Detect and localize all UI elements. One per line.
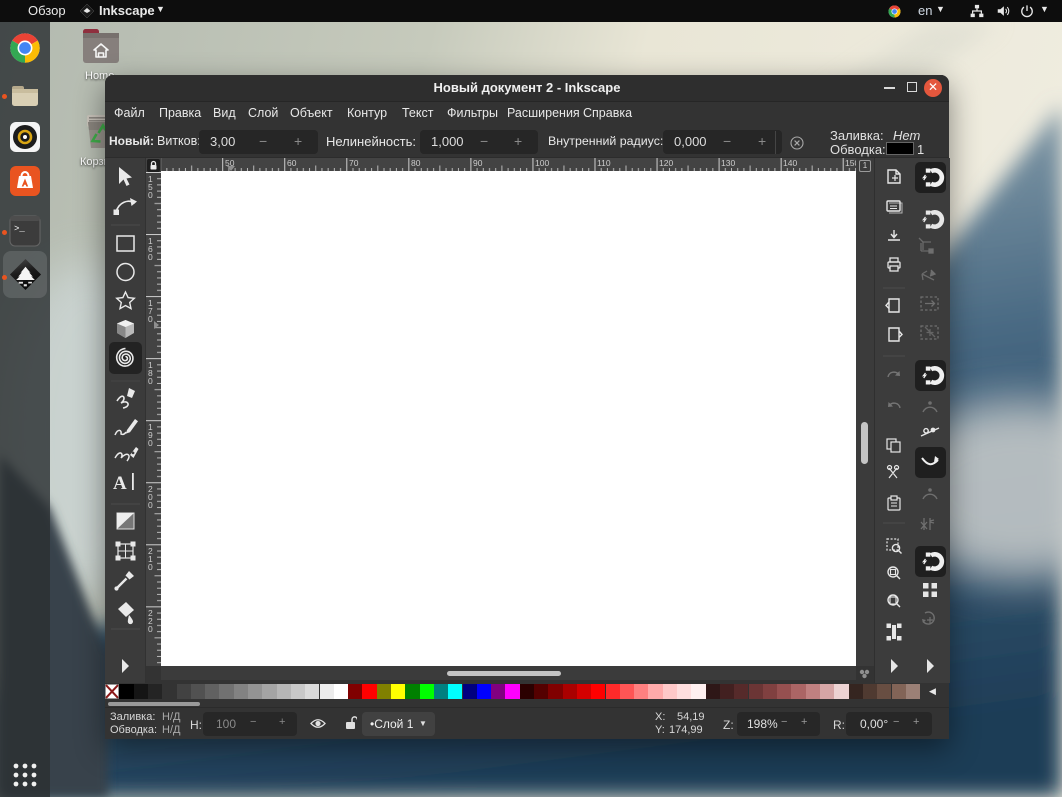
- svg-text:0: 0: [148, 562, 153, 572]
- svg-text:0: 0: [148, 624, 153, 634]
- svg-text:130: 130: [721, 158, 735, 168]
- svg-text:90: 90: [473, 158, 483, 168]
- svg-text:0: 0: [148, 376, 153, 386]
- svg-text:0: 0: [148, 500, 153, 510]
- svg-text:70: 70: [349, 158, 359, 168]
- svg-text:150: 150: [845, 158, 856, 168]
- svg-text:0: 0: [148, 314, 153, 324]
- svg-text:0: 0: [148, 438, 153, 448]
- svg-text:110: 110: [597, 158, 611, 168]
- svg-text:0: 0: [148, 190, 153, 200]
- svg-text:60: 60: [287, 158, 297, 168]
- svg-text:0: 0: [148, 252, 153, 262]
- svg-text:80: 80: [411, 158, 421, 168]
- svg-text:>_: >_: [14, 224, 25, 234]
- svg-text:A: A: [113, 473, 127, 494]
- svg-text:140: 140: [783, 158, 797, 168]
- svg-text:120: 120: [659, 158, 673, 168]
- svg-text:100: 100: [535, 158, 549, 168]
